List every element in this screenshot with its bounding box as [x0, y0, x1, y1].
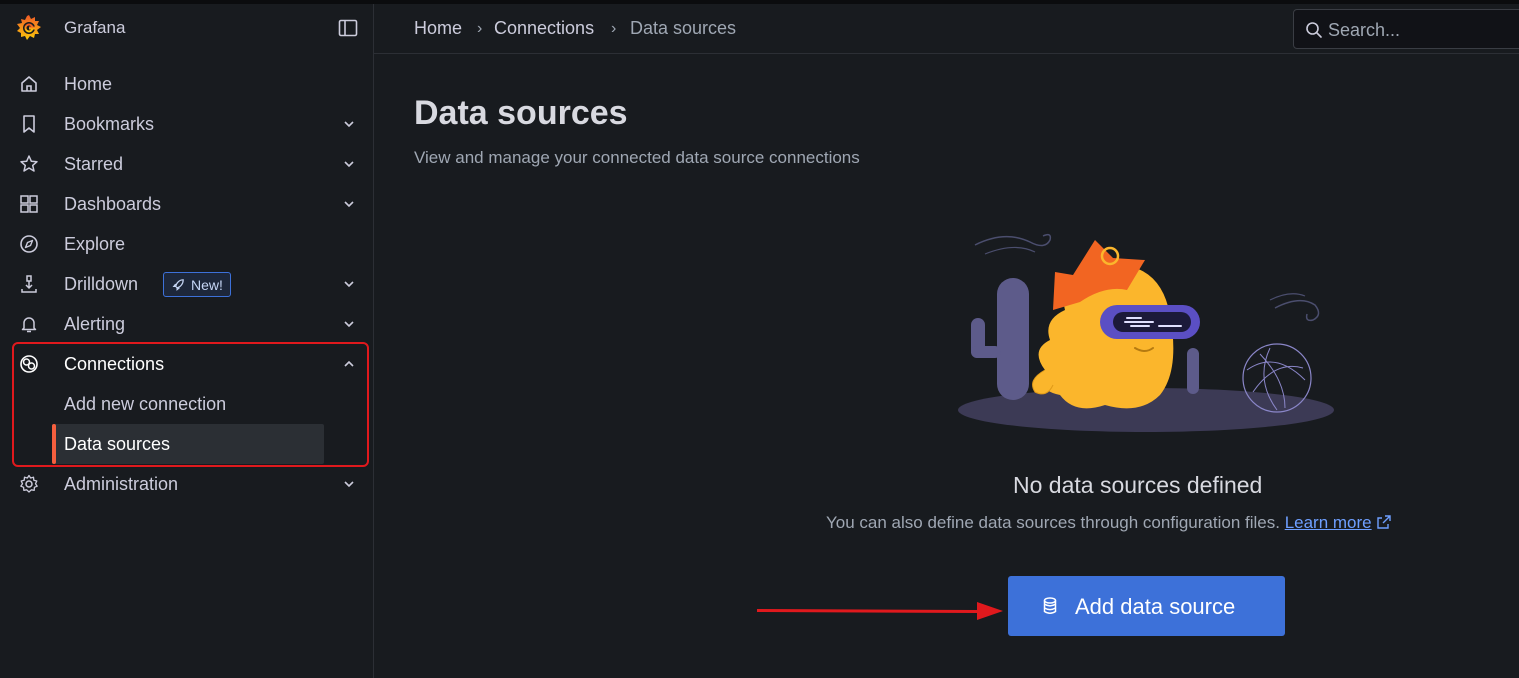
add-data-source-button[interactable]: Add data source — [1008, 576, 1285, 636]
rocket-icon — [172, 279, 184, 291]
grafana-logo-icon[interactable] — [14, 13, 44, 43]
new-badge: New! — [163, 272, 231, 297]
sidebar-item-home[interactable]: Home — [0, 64, 374, 104]
sidebar-item-drilldown[interactable]: Drilldown New! — [0, 264, 374, 304]
sidebar-item-dashboards[interactable]: Dashboards — [0, 184, 374, 224]
empty-state-text: You can also define data sources through… — [826, 513, 1280, 532]
add-data-source-label: Add data source — [1075, 594, 1236, 619]
sidebar-item-label: Dashboards — [64, 193, 162, 214]
empty-state-description: You can also define data sources through… — [826, 513, 1392, 533]
top-bar: Home › Connections › Data sources — [374, 4, 1519, 54]
annotation-arrow-icon — [757, 602, 1003, 620]
cog-icon — [20, 474, 38, 493]
empty-state-illustration — [958, 233, 1334, 432]
connections-icon — [20, 355, 38, 373]
sidebar-item-bookmarks[interactable]: Bookmarks — [0, 104, 374, 144]
breadcrumb-separator-icon: › — [611, 20, 617, 37]
sidebar-item-explore[interactable]: Explore — [0, 224, 374, 264]
sidebar-item-administration[interactable]: Administration — [0, 464, 374, 504]
compass-icon — [20, 235, 38, 253]
sidebar-item-label: Home — [64, 73, 113, 94]
bookmark-icon — [23, 115, 35, 133]
sidebar-subitem-add-new-connection[interactable]: Add new connection — [52, 384, 324, 424]
sidebar-item-label: Bookmarks — [64, 113, 155, 134]
breadcrumb-connections[interactable]: Connections — [494, 18, 594, 39]
search-bar[interactable] — [1293, 9, 1519, 49]
learn-more-link[interactable]: Learn more — [1285, 513, 1392, 532]
brand-header: Grafana — [0, 4, 374, 54]
breadcrumb-separator-icon: › — [477, 20, 483, 37]
chevron-down-icon[interactable] — [341, 196, 357, 212]
sidebar-item-label: Administration — [64, 473, 179, 494]
apps-icon — [20, 195, 38, 213]
page-title: Data sources — [414, 94, 628, 132]
external-link-icon — [1376, 515, 1391, 529]
database-icon — [1043, 597, 1057, 614]
star-icon — [20, 155, 38, 172]
empty-state-title: No data sources defined — [1013, 472, 1263, 498]
sidebar-subitem-label: Add new connection — [64, 393, 227, 414]
chevron-down-icon[interactable] — [341, 156, 357, 172]
home-icon — [21, 76, 37, 92]
mega-menu: Grafana Home Bookmarks Starred Dashboard… — [0, 4, 374, 678]
breadcrumb-home[interactable]: Home — [414, 18, 462, 39]
chevron-down-icon[interactable] — [341, 276, 357, 292]
active-indicator — [52, 424, 56, 464]
chevron-down-icon[interactable] — [341, 116, 357, 132]
drilldown-icon — [21, 275, 37, 293]
breadcrumb-current: Data sources — [630, 18, 737, 38]
sidebar-subitem-data-sources[interactable]: Data sources — [52, 424, 324, 464]
badge-label: New! — [191, 276, 223, 293]
sidebar-item-label: Connections — [64, 353, 165, 374]
sidebar-item-label: Alerting — [64, 313, 126, 334]
chevron-up-icon[interactable] — [341, 356, 357, 372]
search-icon — [1306, 22, 1322, 38]
sidebar-item-label: Explore — [64, 233, 126, 254]
page-subtitle: View and manage your connected data sour… — [414, 148, 860, 167]
sidebar-item-connections[interactable]: Connections — [0, 344, 374, 384]
sidebar-item-starred[interactable]: Starred — [0, 144, 374, 184]
chevron-down-icon[interactable] — [341, 316, 357, 332]
sidebar-item-label: Starred — [64, 153, 124, 174]
bell-icon — [21, 317, 37, 333]
sidebar-subitem-label: Data sources — [64, 433, 171, 454]
sidebar-item-alerting[interactable]: Alerting — [0, 304, 374, 344]
app-name: Grafana — [64, 18, 126, 37]
search-input[interactable] — [1328, 18, 1518, 42]
chevron-down-icon[interactable] — [341, 476, 357, 492]
sidebar-item-label: Drilldown — [64, 273, 139, 294]
dock-menu-icon[interactable] — [337, 17, 359, 39]
